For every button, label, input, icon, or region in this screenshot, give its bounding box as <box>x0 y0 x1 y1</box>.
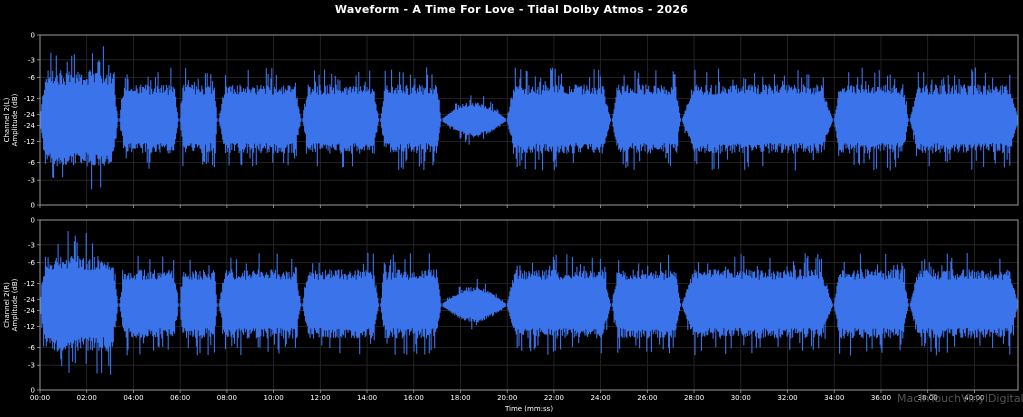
y-tick-label: -12 <box>24 138 35 146</box>
y-tick-label: -3 <box>28 56 35 64</box>
y-axis-label-unit: Amplitude (dB) <box>11 93 19 146</box>
waveform-segment <box>833 253 909 356</box>
x-tick-label: 24:00 <box>591 394 611 402</box>
y-tick-label: -12 <box>24 323 35 331</box>
y-tick-label: -3 <box>28 362 35 370</box>
y-axis-label: Channel 2(L) <box>3 97 11 142</box>
x-tick-label: 26:00 <box>637 394 657 402</box>
x-tick-label: 08:00 <box>217 394 237 402</box>
waveform-segment <box>506 254 611 355</box>
y-tick-label: -3 <box>28 241 35 249</box>
y-tick-label: 0 <box>31 217 35 225</box>
y-tick-label: 0 <box>31 32 35 40</box>
x-tick-label: 00:00 <box>30 394 50 402</box>
x-tick-label: 16:00 <box>404 394 424 402</box>
y-axis-label-unit: Amplitude (dB) <box>11 278 19 331</box>
y-tick-label: 0 <box>31 202 35 210</box>
waveform-segment <box>179 259 218 356</box>
y-tick-label: -24 <box>24 307 36 315</box>
x-tick-label: 30:00 <box>731 394 751 402</box>
waveform-segment <box>506 67 611 171</box>
y-tick-label: -24 <box>24 122 36 130</box>
x-tick-label: 10:00 <box>264 394 284 402</box>
waveform-segment <box>909 67 1019 170</box>
x-tick-label: 04:00 <box>123 394 143 402</box>
x-tick-label: 20:00 <box>497 394 517 402</box>
waveform-segment <box>442 279 506 330</box>
y-tick-label: -12 <box>24 280 35 288</box>
x-tick-label: 36:00 <box>871 394 891 402</box>
y-tick-label: -6 <box>28 344 36 352</box>
waveform-segment <box>611 254 681 354</box>
y-tick-label: -12 <box>24 95 35 103</box>
y-tick-label: -6 <box>28 159 36 167</box>
y-tick-label: -24 <box>24 111 36 119</box>
waveform-segment <box>179 68 218 168</box>
x-tick-label: 34:00 <box>824 394 844 402</box>
x-tick-label: 06:00 <box>170 394 190 402</box>
waveform-segment <box>611 70 681 170</box>
x-tick-label: 14:00 <box>357 394 377 402</box>
x-axis-label: Time (mm:ss) <box>504 405 553 413</box>
x-tick-label: 32:00 <box>777 394 797 402</box>
waveform-chart: 0-3-6-12-24-24-12-6-30Channel 2(L) Amplit… <box>3 32 1019 413</box>
waveform-segment <box>833 67 909 171</box>
x-tick-label: 22:00 <box>544 394 564 402</box>
y-tick-label: -6 <box>28 259 36 267</box>
y-tick-label: -3 <box>28 177 35 185</box>
waveform-segment <box>119 255 179 356</box>
x-tick-label: 12:00 <box>310 394 330 402</box>
x-tick-label: 28:00 <box>684 394 704 402</box>
x-tick-label: 02:00 <box>77 394 97 402</box>
waveform-segment <box>39 231 119 375</box>
watermark: MacInTouchVinylDigital.net <box>897 392 1023 405</box>
waveform-segment <box>681 68 833 171</box>
y-axis-label: Channel 2(R) <box>3 282 11 328</box>
waveform-segment <box>380 253 442 355</box>
waveform-segment <box>681 253 833 356</box>
waveform-segment <box>218 253 302 355</box>
waveform-segment <box>442 95 506 145</box>
waveform-segment <box>218 68 302 167</box>
x-tick-label: 18:00 <box>450 394 470 402</box>
waveform-segment <box>380 67 442 170</box>
y-tick-label: -6 <box>28 74 36 82</box>
waveform-segment <box>909 253 1019 356</box>
waveform-segment <box>39 46 119 190</box>
y-tick-label: -24 <box>24 296 36 304</box>
waveform-segment <box>119 67 179 169</box>
